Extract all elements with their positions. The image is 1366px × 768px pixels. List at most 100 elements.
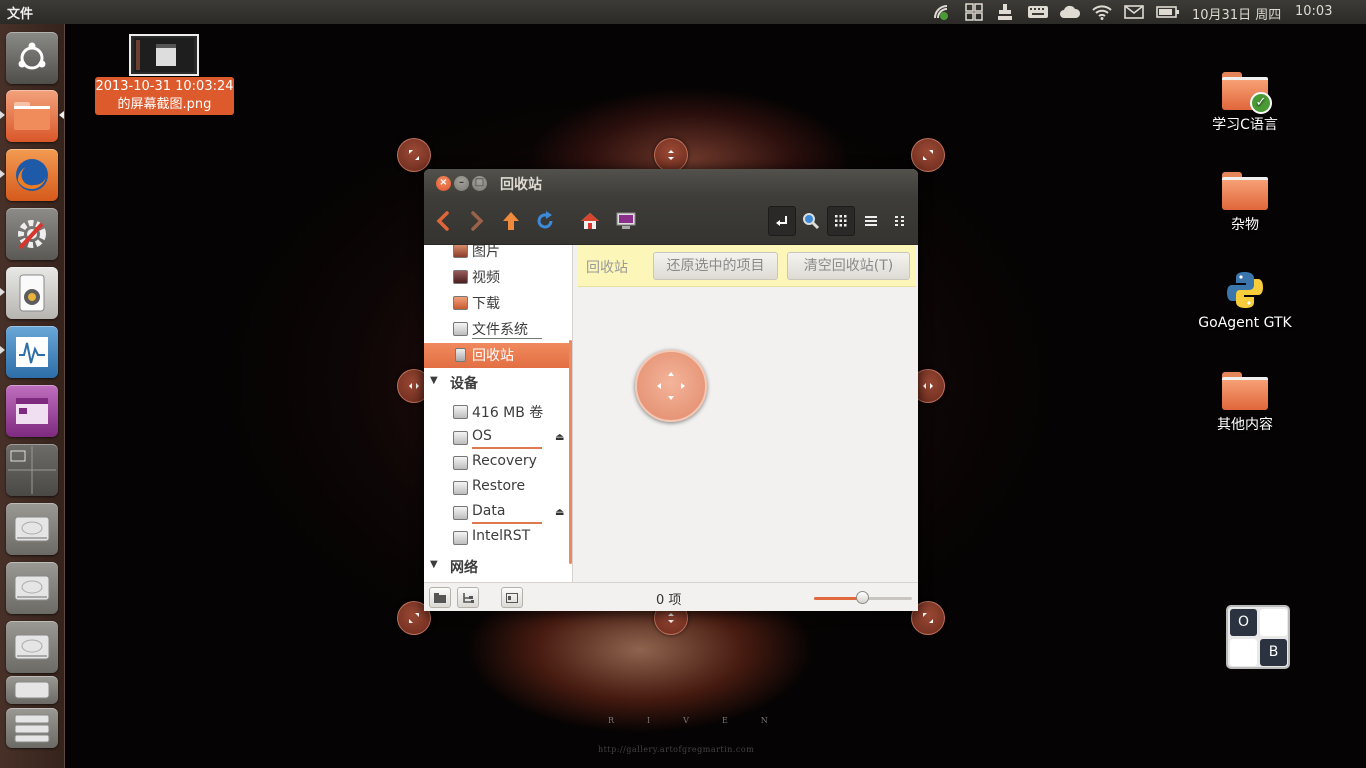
drive-icon[interactable] — [6, 708, 58, 748]
wifi-icon[interactable] — [1090, 0, 1114, 24]
running-indicator — [0, 170, 5, 178]
sidebar-item-device[interactable]: IntelRST — [424, 526, 570, 551]
purple-app-icon[interactable] — [6, 385, 58, 437]
sidebar-item-label: Recovery — [472, 453, 537, 469]
location-toggle-button[interactable] — [768, 206, 796, 236]
eject-icon[interactable]: ⏏ — [555, 507, 564, 518]
resize-handle-top-right[interactable] — [911, 138, 945, 172]
sidebar-scrollbar[interactable] — [569, 340, 572, 564]
battery-icon[interactable] — [1155, 0, 1181, 24]
drive-icon — [453, 481, 468, 495]
file-view[interactable]: 回收站 还原选中的项目 清空回收站(T) — [574, 245, 918, 582]
drive-icon — [453, 322, 468, 336]
sidebar-item-device[interactable]: OS ⏏ — [424, 426, 570, 451]
ob-cell-o[interactable]: O — [1230, 609, 1257, 636]
screenshot-file-label[interactable]: 2013-10-31 10:03:24 的屏幕截图.png — [95, 77, 234, 115]
reload-button[interactable] — [532, 206, 558, 236]
cloud-icon[interactable] — [1058, 0, 1082, 24]
restore-selected-button[interactable]: 还原选中的项目 — [653, 252, 778, 280]
clock-time[interactable]: 10:03 — [1295, 4, 1332, 19]
show-places-button[interactable] — [429, 587, 451, 608]
system-monitor-icon[interactable] — [6, 326, 58, 378]
sidebar-item-trash[interactable]: 回收站 — [424, 343, 570, 368]
mail-icon[interactable] — [1122, 0, 1146, 24]
home-icon — [581, 213, 599, 229]
sidebar-item-pictures[interactable]: 图片 — [424, 245, 570, 264]
back-arrow-icon — [436, 211, 449, 231]
downloads-icon — [453, 296, 468, 310]
ob-widget[interactable]: O B — [1226, 605, 1290, 669]
sidebar-section-devices[interactable]: ▼ 设备 — [424, 371, 570, 396]
toggle-sidebar-button[interactable] — [501, 587, 523, 608]
desktop-folder-other[interactable]: 其他内容 — [1195, 372, 1295, 434]
move-handle[interactable] — [635, 350, 707, 422]
back-button[interactable] — [430, 206, 456, 236]
sidebar-item-label: Data — [472, 503, 506, 519]
sidebar-item-device[interactable]: Data ⏏ — [424, 501, 570, 526]
icon-view-button[interactable] — [827, 206, 855, 236]
desktop-folder-misc[interactable]: 杂物 — [1195, 172, 1295, 234]
forward-button[interactable] — [464, 206, 490, 236]
expander-down-icon: ▼ — [430, 375, 438, 386]
ubuntu-dash-icon[interactable] — [6, 32, 58, 84]
drive-icon — [453, 456, 468, 470]
trash-icon — [455, 348, 466, 362]
zoom-slider[interactable] — [814, 591, 912, 604]
eject-icon[interactable]: ⏏ — [555, 432, 564, 443]
screenshot-file-thumbnail[interactable] — [129, 34, 199, 76]
desktop-folder-learn-c[interactable]: ✓ 学习C语言 — [1195, 72, 1295, 134]
home-button[interactable] — [576, 206, 604, 236]
compact-view-button[interactable] — [887, 206, 913, 236]
app-menu-file[interactable]: 文件 — [7, 3, 33, 22]
empty-trash-button[interactable]: 清空回收站(T) — [787, 252, 910, 280]
keyboard-layout-icon[interactable] — [994, 0, 1016, 24]
drive-icon[interactable] — [6, 503, 58, 555]
ob-cell-empty[interactable] — [1260, 609, 1287, 636]
sidebar-item-device[interactable]: Recovery — [424, 451, 570, 476]
show-tree-button[interactable] — [457, 587, 479, 608]
files-icon[interactable] — [6, 90, 58, 142]
workspaces-icon[interactable] — [963, 0, 985, 24]
rhythmbox-icon[interactable] — [6, 267, 58, 319]
window-minimize-button[interactable]: – — [454, 176, 469, 191]
window-maximize-button[interactable]: □ — [472, 176, 487, 191]
zoom-slider-knob[interactable] — [856, 591, 869, 604]
sidebar-item-label: Restore — [472, 478, 526, 494]
move-arrows-icon — [657, 372, 685, 400]
desktop-launcher-goagent[interactable]: GoAgent GTK — [1190, 269, 1300, 331]
workspace-switcher-icon[interactable] — [6, 444, 58, 496]
keyboard-icon[interactable] — [1026, 0, 1050, 24]
python-icon — [1224, 269, 1266, 311]
sidebar-item-filesystem[interactable]: 文件系统 — [424, 317, 570, 342]
sidebar-item-videos[interactable]: 视频 — [424, 265, 570, 290]
running-indicator — [0, 288, 5, 296]
ob-cell-b[interactable]: B — [1260, 639, 1287, 666]
list-view-button[interactable] — [858, 206, 884, 236]
window-close-button[interactable]: × — [436, 176, 451, 191]
resize-handle-top-left[interactable] — [397, 138, 431, 172]
drive-icon[interactable] — [6, 562, 58, 614]
sidebar-item-device[interactable]: 416 MB 卷 — [424, 400, 570, 425]
clock-date[interactable]: 10月31日 周四 — [1192, 4, 1281, 23]
resize-handle-top[interactable] — [654, 138, 688, 172]
drive-icon — [453, 405, 468, 419]
sidebar-section-network[interactable]: ▼ 网络 — [424, 555, 570, 580]
drive-icon[interactable] — [6, 621, 58, 673]
list-view-icon — [865, 216, 877, 226]
sidebar-item-label: 视频 — [472, 270, 500, 286]
sidebar-item-downloads[interactable]: 下载 — [424, 291, 570, 316]
search-button[interactable] — [798, 206, 824, 236]
window-titlebar[interactable]: × – □ 回收站 — [424, 169, 918, 197]
up-button[interactable] — [498, 206, 524, 236]
section-header-label: 设备 — [450, 376, 478, 392]
focused-indicator — [59, 111, 64, 119]
computer-icon — [616, 212, 636, 229]
sidebar-item-device[interactable]: Restore — [424, 476, 570, 501]
firefox-icon[interactable] — [6, 149, 58, 201]
ob-cell-empty[interactable] — [1230, 639, 1257, 666]
network-manager-icon[interactable] — [930, 0, 952, 24]
usage-bar — [472, 338, 542, 339]
system-settings-icon[interactable] — [6, 208, 58, 260]
computer-button[interactable] — [612, 206, 640, 236]
drive-icon[interactable] — [6, 676, 58, 704]
